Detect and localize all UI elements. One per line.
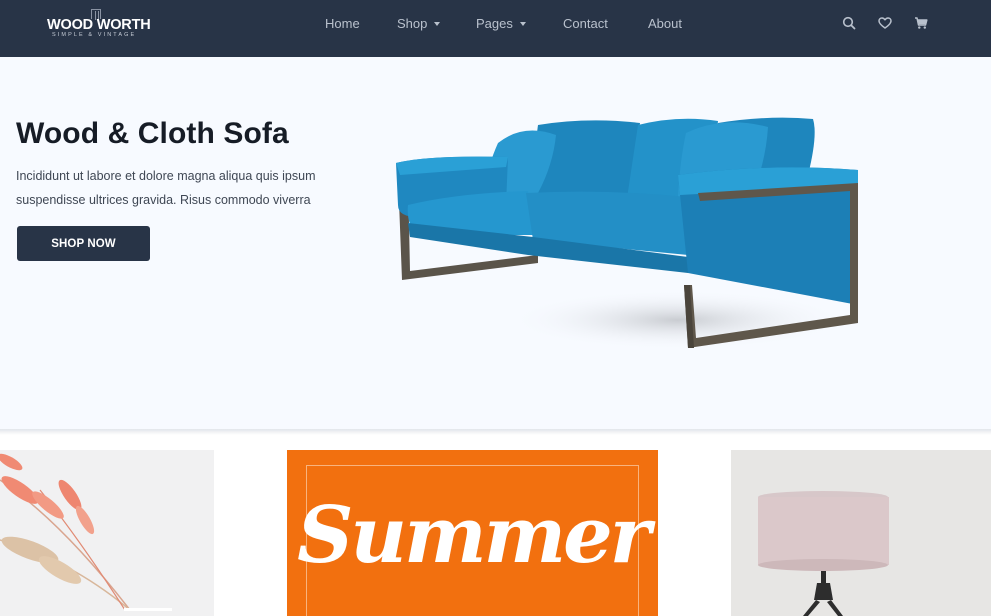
hero-divider	[0, 429, 991, 435]
nav-home-label: Home	[325, 16, 360, 31]
summer-sale-tile[interactable]: Summer	[287, 450, 658, 616]
heart-icon[interactable]	[877, 15, 893, 31]
nav-shop[interactable]: Shop	[397, 16, 441, 31]
nav-contact-label: Contact	[563, 16, 608, 31]
hero-description-line-2: suspendisse ultrices gravida. Risus comm…	[16, 193, 311, 207]
cart-icon[interactable]	[913, 15, 929, 31]
nav-pages-label: Pages	[476, 16, 513, 31]
nav-about[interactable]: About	[648, 16, 682, 31]
nav-contact[interactable]: Contact	[563, 16, 608, 31]
shop-now-button[interactable]: SHOP NOW	[17, 226, 150, 261]
dried-flowers-tile[interactable]	[0, 450, 214, 616]
nav-pages[interactable]: Pages	[476, 16, 526, 31]
chevron-down-icon	[519, 22, 526, 26]
hero-description-line-1: Incididunt ut labore et dolore magna ali…	[16, 169, 316, 183]
dried-flowers-image	[0, 453, 172, 611]
nav-home[interactable]: Home	[325, 16, 360, 31]
hero-title: Wood & Cloth Sofa	[16, 117, 289, 150]
brand-tagline: SIMPLE & VINTAGE	[52, 32, 137, 38]
brand-logo[interactable]: WOOD WORTH SIMPLE & VINTAGE	[47, 9, 167, 43]
table-lamp-image	[731, 450, 991, 616]
lamp-tile[interactable]	[731, 450, 991, 616]
nav-shop-label: Shop	[397, 16, 428, 31]
navbar: WOOD WORTH SIMPLE & VINTAGE Home Shop Pa…	[0, 0, 991, 57]
search-icon[interactable]	[841, 15, 857, 31]
brand-name: WOOD WORTH	[47, 17, 151, 33]
chevron-down-icon	[434, 22, 441, 26]
summer-banner-text: Summer	[297, 490, 651, 581]
sofa-product-image	[396, 117, 858, 350]
nav-about-label: About	[648, 16, 682, 31]
